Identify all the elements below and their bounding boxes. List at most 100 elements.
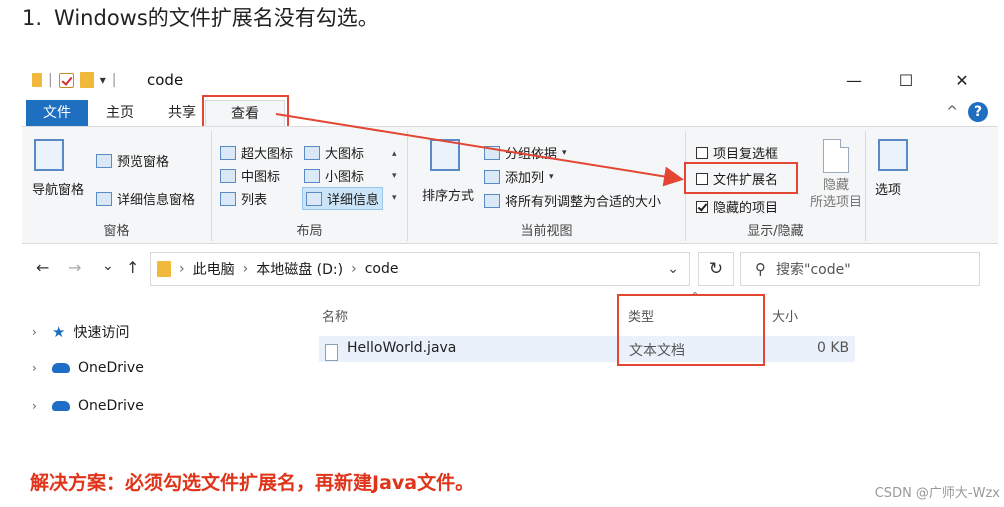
group-panes: 导航窗格 预览窗格 详细信息窗格 窗格 xyxy=(22,131,212,241)
search-placeholder: 搜索"code" xyxy=(776,262,851,278)
details-pane-button[interactable]: 详细信息窗格 xyxy=(96,189,195,208)
breadcrumb-local-disk[interactable]: 本地磁盘 (D:) xyxy=(256,259,343,279)
folder-icon xyxy=(32,73,42,87)
refresh-button[interactable]: ↻ xyxy=(698,252,734,286)
crumb-sep-icon: › xyxy=(242,261,249,277)
hide-selected-button[interactable]: 隐藏 所选项目 xyxy=(808,139,864,211)
group-current-view: 排序方式 分组依据 ▾ 添加列 ▾ 将所有列调整为合适的大小 当前视图 xyxy=(408,131,686,241)
ribbon-tabs: 文件 主页 共享 查看 ^ ? xyxy=(22,95,998,129)
group-by-button[interactable]: 分组依据 ▾ xyxy=(484,143,567,162)
star-icon: ★ xyxy=(52,323,66,341)
minimize-button[interactable]: — xyxy=(834,67,874,95)
hide-selected-icon xyxy=(823,139,849,173)
up-button[interactable]: ↑ xyxy=(126,258,139,277)
group-label-layout: 布局 xyxy=(296,224,323,239)
small-icons-icon xyxy=(304,168,320,183)
ribbon-view-panel: 导航窗格 预览窗格 详细信息窗格 窗格 超大图标 大图标 中图标 小图标 列表 … xyxy=(22,126,998,244)
details-icon xyxy=(306,191,322,206)
chevron-right-icon[interactable]: › xyxy=(32,361,44,375)
search-box[interactable]: ⚲ 搜索"code" xyxy=(740,252,980,286)
window-title: code xyxy=(147,71,184,89)
group-label-panes: 窗格 xyxy=(103,224,130,239)
item-checkboxes-toggle[interactable]: 项目复选框 xyxy=(696,143,778,162)
options-label[interactable]: 选项 xyxy=(875,179,901,198)
ribbon-right-controls: ^ ? xyxy=(946,102,988,122)
add-column-button[interactable]: 添加列 ▾ xyxy=(484,167,554,186)
chevron-right-icon[interactable]: › xyxy=(32,399,44,413)
type-column-highlight-box xyxy=(617,294,765,366)
group-label-show-hide: 显示/隐藏 xyxy=(747,224,804,239)
help-icon[interactable]: ? xyxy=(968,102,988,122)
instruction-heading: 1. Windows的文件扩展名没有勾选。 xyxy=(22,2,379,32)
crumb-sep-icon: › xyxy=(351,261,357,277)
forward-button[interactable]: → xyxy=(68,258,81,277)
breadcrumb-code[interactable]: code xyxy=(365,261,399,277)
layout-medium-icons[interactable]: 中图标 xyxy=(220,166,280,185)
nav-pane-button[interactable] xyxy=(34,139,64,175)
breadcrumb-this-pc[interactable]: 此电脑 xyxy=(193,259,235,279)
maximize-button[interactable]: ☐ xyxy=(886,67,926,95)
sort-by-icon xyxy=(430,139,460,171)
nav-item-label: OneDrive xyxy=(78,398,144,414)
tab-file[interactable]: 文件 xyxy=(26,100,88,126)
fit-columns-button[interactable]: 将所有列调整为合适的大小 xyxy=(484,191,661,210)
add-column-icon xyxy=(484,169,500,184)
nav-pane-label[interactable]: 导航窗格 xyxy=(32,179,84,198)
group-options: 选项 xyxy=(866,131,926,241)
nav-item-onedrive-2[interactable]: › OneDrive xyxy=(32,398,144,414)
sort-by-button[interactable] xyxy=(430,139,460,175)
layout-details[interactable]: 详细信息 xyxy=(302,187,384,210)
cloud-icon xyxy=(52,363,70,373)
search-icon: ⚲ xyxy=(755,260,766,278)
item-checkboxes-checkbox[interactable] xyxy=(696,146,708,159)
layout-scroll-icon[interactable]: ▴ ▾ ▾ xyxy=(392,143,397,209)
properties-icon[interactable] xyxy=(58,72,74,88)
hidden-items-checkbox[interactable] xyxy=(696,200,708,213)
hidden-items-toggle[interactable]: 隐藏的项目 xyxy=(696,197,778,216)
qat-separator: | xyxy=(48,72,53,88)
extra-large-icons-icon xyxy=(220,145,236,160)
list-icon xyxy=(220,191,236,206)
heading-text: Windows的文件扩展名没有勾选。 xyxy=(54,6,379,30)
group-label-current-view: 当前视图 xyxy=(520,224,573,239)
hide-selected-label-1: 隐藏 xyxy=(822,178,849,193)
details-pane-icon xyxy=(96,191,112,206)
options-button[interactable] xyxy=(878,139,908,175)
sort-by-label[interactable]: 排序方式 xyxy=(422,185,474,204)
layout-small-icons[interactable]: 小图标 xyxy=(304,166,364,185)
explorer-window: | ▾ | code — ☐ ✕ 文件 主页 共享 查看 ^ ? 导航窗格 预览… xyxy=(22,64,998,444)
nav-item-label: OneDrive xyxy=(78,360,144,376)
file-size: 0 KB xyxy=(817,340,850,356)
cloud-icon xyxy=(52,401,70,411)
layout-large-icons[interactable]: 大图标 xyxy=(304,143,364,162)
file-name: HelloWorld.java xyxy=(347,340,457,356)
column-header-name[interactable]: 名称 xyxy=(322,306,348,325)
layout-extra-large-icons[interactable]: 超大图标 xyxy=(220,143,293,162)
back-button[interactable]: ← xyxy=(36,258,49,277)
nav-pane-icon xyxy=(34,139,64,171)
nav-item-label: 快速访问 xyxy=(73,325,130,341)
group-layout: 超大图标 大图标 中图标 小图标 列表 详细信息 ▴ ▾ ▾ 布局 xyxy=(212,131,408,241)
close-button[interactable]: ✕ xyxy=(942,67,982,95)
crumb-sep-icon: › xyxy=(179,261,185,277)
preview-pane-icon xyxy=(96,153,112,168)
address-bar[interactable]: › 此电脑 › 本地磁盘 (D:) › code ⌄ xyxy=(150,252,690,286)
nav-item-quick-access[interactable]: › ★ 快速访问 xyxy=(32,322,129,342)
address-folder-icon xyxy=(157,261,171,277)
table-row[interactable]: HelloWorld.java 文本文档 0 KB xyxy=(319,336,855,362)
address-row: ← → ⌄ ↑ › 此电脑 › 本地磁盘 (D:) › code ⌄ ↻ ⚲ 搜… xyxy=(22,250,998,290)
collapse-ribbon-icon[interactable]: ^ xyxy=(946,104,958,120)
chevron-right-icon[interactable]: › xyxy=(32,325,44,339)
tab-home[interactable]: 主页 xyxy=(94,100,146,126)
address-dropdown-icon[interactable]: ⌄ xyxy=(667,261,679,277)
large-icons-icon xyxy=(304,145,320,160)
nav-item-onedrive[interactable]: › OneDrive xyxy=(32,360,144,376)
layout-list[interactable]: 列表 xyxy=(220,189,267,208)
tab-share[interactable]: 共享 xyxy=(156,100,208,126)
preview-pane-button[interactable]: 预览窗格 xyxy=(96,151,169,170)
column-header-size[interactable]: 大小 xyxy=(772,306,798,325)
recent-locations-button[interactable]: ⌄ xyxy=(102,258,114,274)
new-folder-icon[interactable] xyxy=(79,72,94,88)
qat-customize-caret[interactable]: ▾ xyxy=(100,73,106,87)
file-extensions-highlight-box xyxy=(684,162,798,194)
